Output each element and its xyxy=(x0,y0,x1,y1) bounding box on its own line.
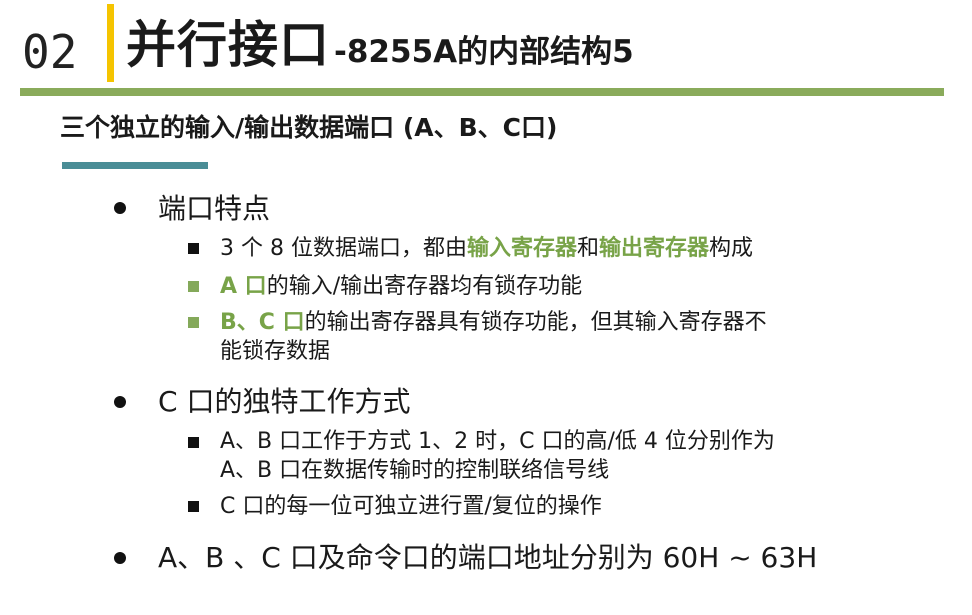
item-text: 3 个 8 位数据端口，都由 xyxy=(220,236,467,261)
square-bullet xyxy=(188,243,199,254)
square-bullet xyxy=(188,281,199,292)
bullet-dot xyxy=(114,552,126,564)
slide-title: 并行接口 -8255A的内部结构5 xyxy=(126,14,634,83)
list-item: A、B 口工作于方式 1、2 时，C 口的高/低 4 位分别作为 xyxy=(220,429,775,454)
item-text: 和 xyxy=(577,236,600,261)
list-item: C 口的每一位可独立进行置/复位的操作 xyxy=(220,494,602,519)
item-text: 构成 xyxy=(709,236,754,261)
bullet-dot xyxy=(114,396,126,408)
square-bullet xyxy=(188,501,199,512)
list-item: A 口的输入/输出寄存器均有锁存功能 xyxy=(220,272,582,301)
slide-subtitle: 三个独立的输入/输出数据端口 (A、B、C口) xyxy=(60,113,558,142)
item-text: 的输入/输出寄存器均有锁存功能 xyxy=(266,274,583,299)
header-divider xyxy=(20,88,944,96)
title-sub: -8255A的内部结构5 xyxy=(334,34,634,70)
highlight-text: A 口 xyxy=(220,274,267,299)
title-main: 并行接口 xyxy=(126,16,330,74)
highlight-text: B、C 口 xyxy=(220,310,305,335)
section-heading: A、B 、C 口及命令口的端口地址分别为 60H ~ 63H xyxy=(158,541,818,574)
list-item: 3 个 8 位数据端口，都由输入寄存器和输出寄存器构成 xyxy=(220,234,753,263)
list-item-continuation: A、B 口在数据传输时的控制联络信号线 xyxy=(220,458,610,483)
list-item-continuation: 能锁存数据 xyxy=(220,339,331,364)
square-bullet xyxy=(188,317,199,328)
section-heading: C 口的独特工作方式 xyxy=(158,385,411,418)
item-text: 的输出寄存器具有锁存功能，但其输入寄存器不 xyxy=(304,310,767,335)
title-accent-bar xyxy=(107,4,114,82)
square-bullet xyxy=(188,437,199,448)
section-heading: 端口特点 xyxy=(158,192,271,225)
subtitle-underline xyxy=(62,162,208,169)
highlight-text: 输入寄存器 xyxy=(466,236,577,261)
bullet-dot xyxy=(114,202,126,214)
list-item: B、C 口的输出寄存器具有锁存功能，但其输入寄存器不 xyxy=(220,308,767,337)
section-number: 02 xyxy=(22,25,78,79)
highlight-text: 输出寄存器 xyxy=(599,236,710,261)
